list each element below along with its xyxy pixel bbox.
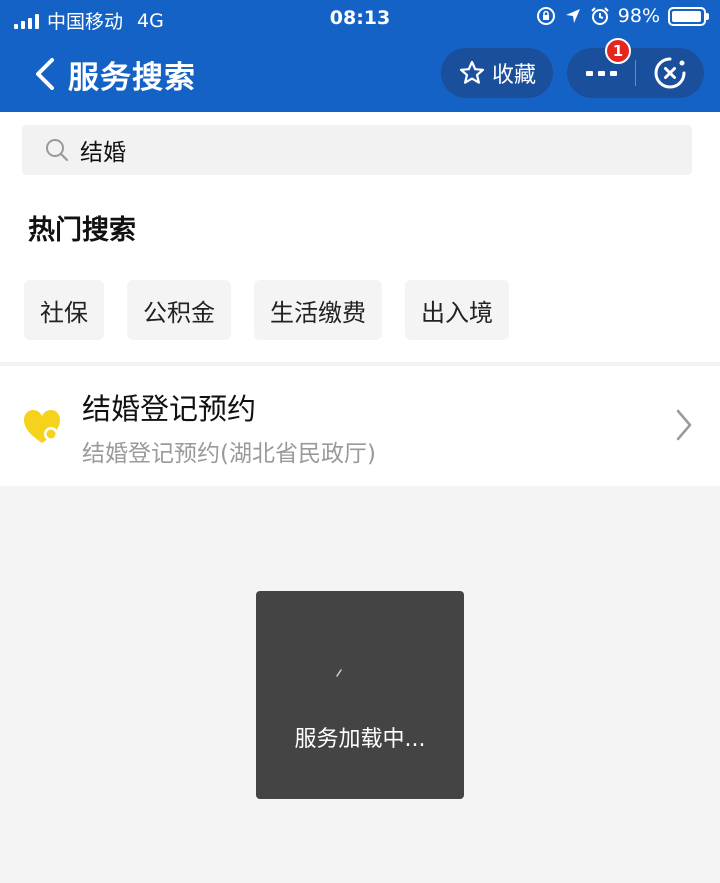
- hot-tag-social-security[interactable]: 社保: [24, 280, 104, 340]
- mini-program-capsule: [567, 48, 704, 98]
- search-area: [0, 112, 720, 184]
- battery-percent: 98%: [617, 5, 660, 27]
- battery-icon: [668, 6, 709, 26]
- page-title: 服务搜索: [68, 60, 196, 96]
- hot-tag-utility-payment[interactable]: 生活缴费: [254, 280, 382, 340]
- rotation-lock-icon: [536, 7, 555, 25]
- close-button[interactable]: [636, 48, 704, 98]
- notification-badge: 1: [605, 38, 631, 64]
- hot-tag-exit-entry[interactable]: 出入境: [405, 280, 509, 340]
- alarm-icon: [591, 7, 609, 25]
- heart-icon: [24, 410, 60, 443]
- result-subtitle: 结婚登记预约(湖北省民政厅): [82, 441, 376, 467]
- result-title: 结婚登记预约: [82, 392, 257, 426]
- loading-spinner-icon: [336, 669, 342, 677]
- hot-tag-housing-fund[interactable]: 公积金: [127, 280, 231, 340]
- star-icon: [459, 60, 485, 84]
- close-circle-icon: [654, 57, 686, 89]
- loading-toast: 服务加载中...: [256, 591, 464, 799]
- chevron-left-icon: [36, 58, 54, 90]
- search-box[interactable]: [22, 125, 692, 175]
- hot-search-title: 热门搜索: [28, 215, 136, 246]
- hot-search-section: 热门搜索 社保 公积金 生活缴费 出入境: [0, 184, 720, 362]
- loading-message: 服务加载中...: [294, 727, 426, 752]
- hot-search-tags: 社保 公积金 生活缴费 出入境: [24, 280, 509, 340]
- status-right: 98%: [536, 5, 709, 27]
- list-item[interactable]: 结婚登记预约 结婚登记预约(湖北省民政厅): [0, 366, 720, 486]
- app-header: 中国移动 4G 08:13 98% 服务搜索 收藏 1: [0, 0, 720, 112]
- more-icon: [597, 70, 605, 76]
- back-button[interactable]: [30, 54, 60, 94]
- search-icon: [46, 139, 69, 162]
- more-icon: [609, 70, 617, 76]
- status-bar: 中国移动 4G 08:13 98%: [0, 0, 720, 38]
- battery-level: [672, 10, 702, 22]
- chevron-right-icon: [676, 409, 692, 441]
- more-icon: [585, 70, 593, 76]
- favorite-label: 收藏: [491, 63, 536, 88]
- favorite-button[interactable]: 收藏: [441, 48, 553, 98]
- search-input[interactable]: [80, 137, 640, 163]
- location-icon: [565, 9, 580, 23]
